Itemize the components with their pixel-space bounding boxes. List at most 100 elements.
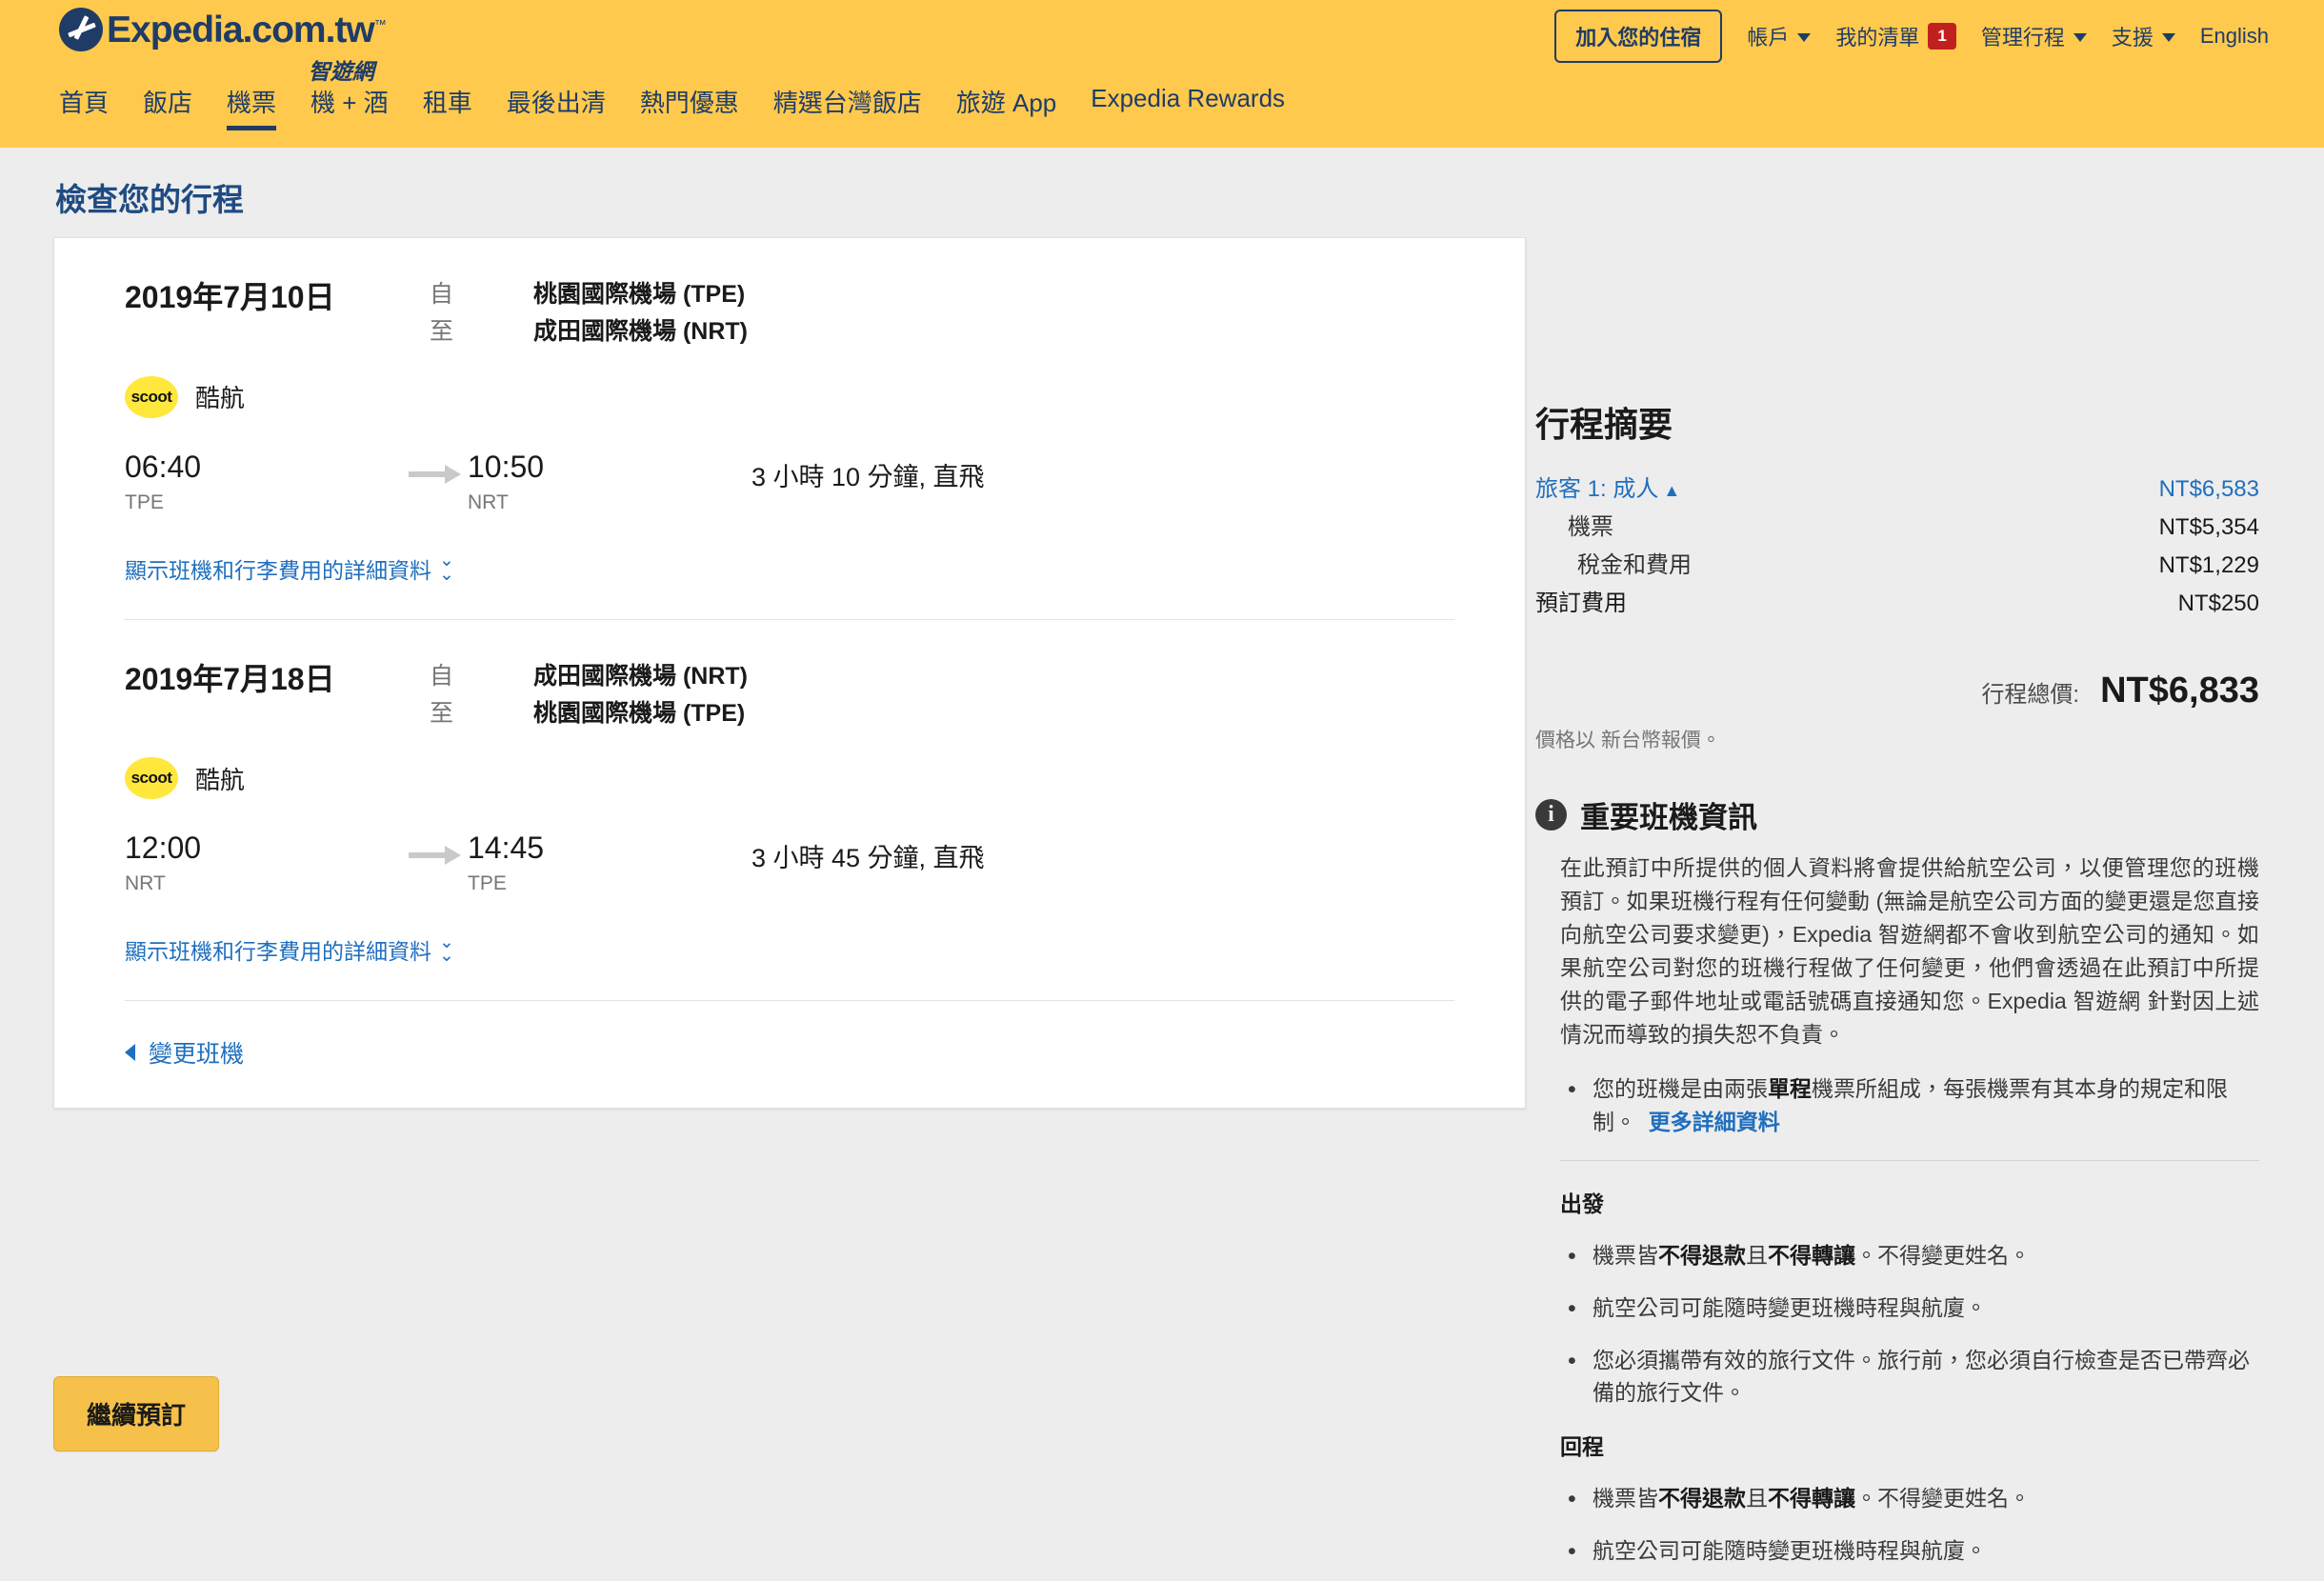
outbound-rules-heading: 出發	[1560, 1191, 1604, 1216]
sidebar-divider	[1560, 1159, 2259, 1161]
expedia-logo[interactable]: Expedia.com.tw™ 智遊網	[59, 8, 387, 86]
return-rules-list: 機票皆不得退款且不得轉讓。不得變更姓名。 航空公司可能隨時變更班機時程與航廈。 …	[1535, 1481, 2259, 1581]
support-label: 支援	[2111, 26, 2154, 50]
list-item: 機票皆不得退款且不得轉讓。不得變更姓名。	[1560, 1481, 2259, 1517]
segment-divider	[125, 1000, 1454, 1002]
rule-mid: 且	[1746, 1242, 1768, 1268]
segment-date: 2019年7月10日	[125, 280, 335, 314]
account-menu-label: 帳戶	[1747, 26, 1790, 50]
airline-name: 酷航	[195, 765, 246, 794]
segment-date: 2019年7月18日	[125, 661, 335, 696]
chevron-left-icon	[125, 1044, 135, 1062]
rule-bold-nontransferable: 不得轉讓	[1768, 1486, 1855, 1511]
account-menu[interactable]: 帳戶	[1747, 21, 1812, 51]
arrival-time: 10:50	[468, 449, 545, 484]
chevron-down-icon	[2161, 33, 2175, 42]
departure-airport-code: TPE	[125, 490, 164, 513]
trip-total-row: 行程總價: NT$6,833	[1535, 670, 2259, 711]
more-details-link[interactable]: 更多詳細資料	[1649, 1110, 1780, 1134]
flight-segment-outbound: 2019年7月10日 自 至 桃園國際機場 (TPE) 成田國際機場 (NRT)	[54, 238, 1525, 620]
my-list-menu[interactable]: 我的清單 1	[1835, 21, 1956, 51]
from-airport: 成田國際機場 (NRT)	[533, 662, 748, 690]
manage-trips-menu[interactable]: 管理行程	[1981, 21, 2087, 51]
ticket-composition-list: 您的班機是由兩張單程機票所組成，每張機票有其本身的規定和限制。 更多詳細資料	[1535, 1071, 2259, 1139]
site-header: Expedia.com.tw™ 智遊網 加入您的住宿 帳戶 我的清單 1 管理行…	[0, 0, 2324, 148]
nav-item-travel-app[interactable]: 旅遊 App	[956, 84, 1057, 130]
to-label: 至	[430, 699, 454, 727]
rule-pre: 機票皆	[1593, 1242, 1658, 1268]
segment-times: 12:00 NRT 14:45 TPE 3 小時 45 分鐘, 直飛	[125, 831, 1454, 895]
airfare-row: 機票 NT$5,354	[1535, 508, 2259, 541]
rule-bold-nonrefundable: 不得退款	[1658, 1242, 1746, 1268]
to-airport: 成田國際機場 (NRT)	[533, 318, 748, 346]
arrival-time-block: 10:50 NRT	[468, 450, 751, 514]
taxes-fees-label: 稅金和費用	[1577, 552, 1692, 578]
rule-bold-nontransferable: 不得轉讓	[1768, 1242, 1855, 1268]
segment-route: 自 至 成田國際機場 (NRT) 桃園國際機場 (TPE)	[430, 662, 748, 730]
departure-time: 12:00	[125, 831, 202, 866]
page-body: 檢查您的行程 2019年7月10日 自 至 桃園國際機場 (TPE) 成田國際機…	[0, 148, 2324, 1581]
airfare-label: 機票	[1568, 514, 1613, 540]
change-flight-label: 變更班機	[149, 1041, 245, 1069]
main-nav: 首頁 飯店 機票 機 + 酒 租車 最後出清 熱門優惠 精選台灣飯店 旅遊 Ap…	[59, 84, 1285, 130]
arrival-time: 14:45	[468, 831, 545, 866]
logo-subtitle: 智遊網	[308, 59, 374, 84]
itinerary-card: 2019年7月10日 自 至 桃園國際機場 (TPE) 成田國際機場 (NRT)	[53, 237, 1526, 1110]
taxes-fees-row: 稅金和費用 NT$1,229	[1535, 546, 2259, 579]
important-flight-info-header: i 重要班機資訊	[1535, 793, 2259, 836]
rule-post: 。不得變更姓名。	[1855, 1486, 2031, 1511]
from-label: 自	[430, 281, 454, 308]
departure-time-block: 12:00 NRT	[125, 831, 409, 895]
arrival-airport-code: NRT	[468, 490, 509, 513]
booking-fee-label: 預訂費用	[1535, 590, 1627, 616]
scoot-airline-logo-icon: scoot	[125, 757, 178, 800]
add-your-property-button[interactable]: 加入您的住宿	[1554, 10, 1723, 63]
language-label: English	[2199, 24, 2269, 48]
nav-item-flight-hotel[interactable]: 機 + 酒	[311, 84, 389, 130]
arrival-time-block: 14:45 TPE	[468, 831, 751, 895]
airline-row: scoot 酷航	[125, 757, 1454, 800]
flight-duration: 3 小時 45 分鐘, 直飛	[751, 844, 985, 873]
list-item: 機票皆不得退款且不得轉讓。不得變更姓名。	[1560, 1238, 2259, 1274]
from-label: 自	[430, 662, 454, 690]
support-menu[interactable]: 支援	[2112, 21, 2175, 51]
list-item: 航空公司可能隨時變更班機時程與航廈。	[1560, 1533, 2259, 1570]
important-flight-info-title: 重要班機資訊	[1580, 801, 1757, 834]
show-flight-baggage-details-link-return[interactable]: 顯示班機和行李費用的詳細資料 ⌄ ⌄	[125, 933, 454, 966]
double-chevron-down-icon: ⌄ ⌄	[439, 550, 454, 585]
scoot-airline-logo-icon: scoot	[125, 375, 178, 418]
traveler-1-amount: NT$6,583	[2158, 476, 2259, 502]
nav-item-hot-deals[interactable]: 熱門優惠	[640, 84, 739, 130]
departure-time: 06:40	[125, 449, 202, 484]
ticket-bullet-part1: 您的班機是由兩張	[1593, 1075, 1768, 1101]
list-item: 您的班機是由兩張單程機票所組成，每張機票有其本身的規定和限制。 更多詳細資料	[1560, 1071, 2259, 1139]
trip-total-label: 行程總價:	[1981, 682, 2080, 708]
language-switch[interactable]: English	[2200, 24, 2269, 49]
show-flight-baggage-details-link-outbound[interactable]: 顯示班機和行李費用的詳細資料 ⌄ ⌄	[125, 552, 454, 585]
segment-times: 06:40 TPE 10:50 NRT 3 小時 10 分鐘, 直飛	[125, 450, 1454, 514]
details-link-label: 顯示班機和行李費用的詳細資料	[125, 939, 431, 965]
nav-item-last-minute[interactable]: 最後出清	[507, 84, 606, 130]
nav-item-hotels[interactable]: 飯店	[143, 84, 192, 130]
nav-item-home[interactable]: 首頁	[59, 84, 109, 130]
from-airport: 桃園國際機場 (TPE)	[533, 281, 746, 308]
caret-up-icon: ▲	[1663, 481, 1681, 500]
airline-row: scoot 酷航	[125, 375, 1454, 418]
my-list-count-badge: 1	[1928, 23, 1956, 50]
list-item: 航空公司可能隨時變更班機時程與航廈。	[1560, 1291, 2259, 1327]
info-icon: i	[1535, 799, 1567, 831]
top-utility-nav: 加入您的住宿 帳戶 我的清單 1 管理行程 支援 English	[1554, 10, 2269, 63]
nav-item-car-rental[interactable]: 租車	[423, 84, 472, 130]
nav-item-flights[interactable]: 機票	[227, 84, 277, 130]
change-flight-link[interactable]: 變更班機	[125, 1035, 1525, 1070]
segment-route: 自 至 桃園國際機場 (TPE) 成田國際機場 (NRT)	[430, 280, 748, 348]
return-rules-heading: 回程	[1560, 1434, 1604, 1460]
nav-item-taiwan-hotels[interactable]: 精選台灣飯店	[773, 84, 922, 130]
scoot-logo-text: scoot	[130, 387, 172, 406]
traveler-1-adult-row[interactable]: 旅客 1: 成人 ▲ NT$6,583	[1535, 470, 2259, 503]
flight-duration: 3 小時 10 分鐘, 直飛	[751, 462, 985, 491]
page-title: 檢查您的行程	[55, 182, 244, 217]
continue-booking-button[interactable]: 繼續預訂	[53, 1376, 220, 1451]
nav-item-expedia-rewards[interactable]: Expedia Rewards	[1091, 84, 1285, 125]
taxes-fees-amount: NT$1,229	[2158, 552, 2259, 578]
